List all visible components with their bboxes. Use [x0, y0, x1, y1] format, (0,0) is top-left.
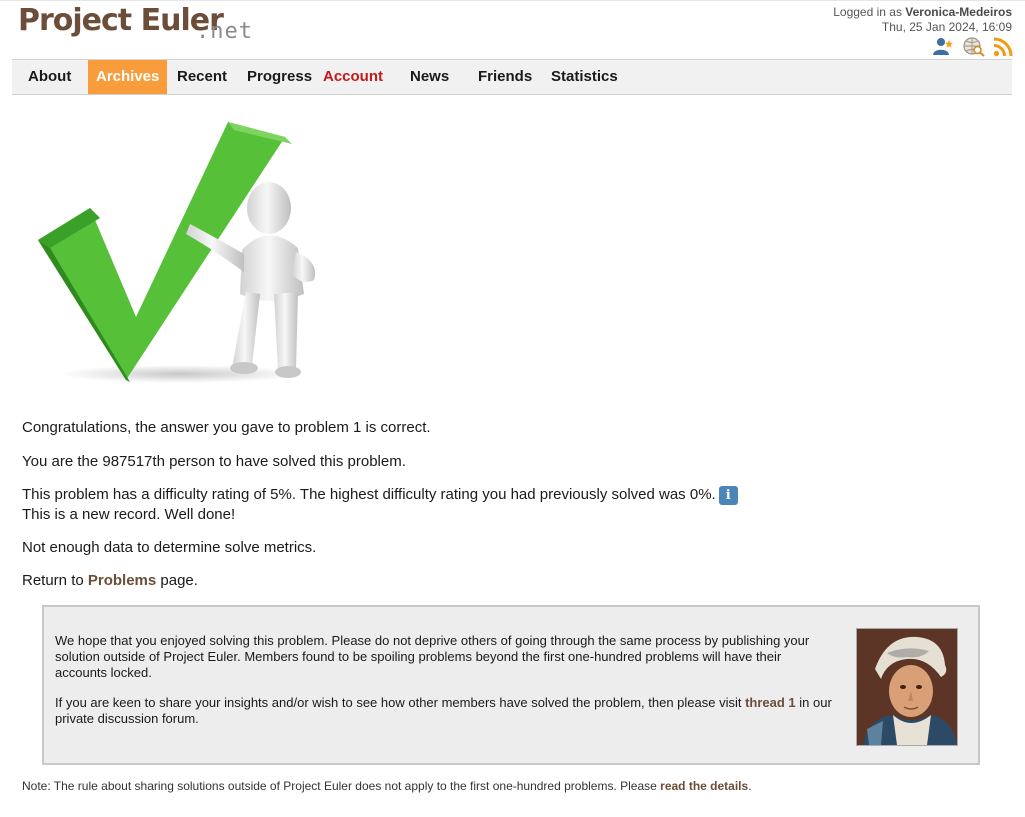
record-message: This is a new record. Well done!: [22, 506, 236, 523]
return-prefix: Return to: [22, 572, 88, 589]
notice-para2-prefix: If you are keen to share your insights a…: [55, 695, 746, 710]
footnote: Note: The rule about sharing solutions o…: [22, 779, 752, 793]
header: Project Euler .net Logged in as Veronica…: [0, 0, 1025, 59]
correct-answer-image: [30, 112, 330, 392]
return-suffix: page.: [156, 572, 198, 589]
difficulty-text: This problem has a difficulty rating of …: [22, 486, 716, 503]
footnote-text: Note: The rule about sharing solutions o…: [22, 779, 661, 793]
footnote-suffix: .: [748, 779, 752, 793]
problems-link[interactable]: Problems: [88, 572, 156, 589]
site-logo[interactable]: Project Euler: [18, 3, 224, 38]
nav-about[interactable]: About: [20, 60, 79, 94]
current-datetime: Thu, 25 Jan 2024, 16:09: [881, 20, 1012, 34]
nav-news[interactable]: News: [402, 60, 457, 94]
info-icon[interactable]: i: [718, 485, 738, 505]
nav-account[interactable]: Account: [315, 60, 391, 94]
notice-paragraph-2: If you are keen to share your insights a…: [55, 695, 835, 727]
username[interactable]: Veronica-Medeiros: [905, 5, 1012, 19]
metrics-message: Not enough data to determine solve metri…: [22, 539, 317, 556]
difficulty-message: This problem has a difficulty rating of …: [22, 485, 738, 505]
site-logo-suffix[interactable]: .net: [196, 19, 253, 44]
solver-count-message: You are the 987517th person to have solv…: [22, 453, 406, 470]
return-message: Return to Problems page.: [22, 571, 198, 591]
search-globe-icon[interactable]: [963, 37, 985, 57]
header-icons: [933, 37, 1013, 57]
correct-message: Congratulations, the answer you gave to …: [22, 419, 431, 436]
add-friend-icon[interactable]: [933, 37, 955, 57]
euler-portrait: [856, 628, 958, 746]
nav-progress[interactable]: Progress: [239, 60, 320, 94]
sharing-notice: We hope that you enjoyed solving this pr…: [42, 605, 980, 765]
main-nav: About Archives Recent Progress Account N…: [12, 59, 1012, 95]
rss-icon[interactable]: [993, 37, 1013, 57]
nav-friends[interactable]: Friends: [470, 60, 540, 94]
nav-recent[interactable]: Recent: [169, 60, 235, 94]
nav-archives[interactable]: Archives: [88, 60, 168, 94]
notice-paragraph-1: We hope that you enjoyed solving this pr…: [55, 633, 810, 680]
nav-statistics[interactable]: Statistics: [543, 60, 626, 94]
read-details-link[interactable]: read the details: [660, 779, 748, 793]
thread-link[interactable]: thread 1: [745, 695, 796, 710]
user-info: Logged in as Veronica-Medeiros Thu, 25 J…: [833, 5, 1012, 35]
logged-in-label: Logged in as: [833, 5, 906, 19]
